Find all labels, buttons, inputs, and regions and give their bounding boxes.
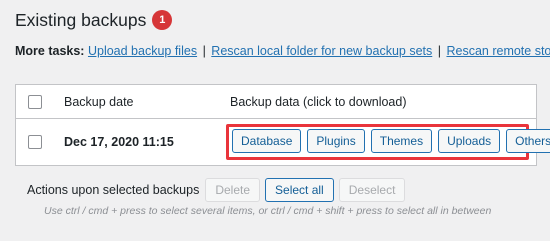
download-plugins-button[interactable]: Plugins xyxy=(307,129,365,153)
page-title: Existing backups xyxy=(15,10,147,30)
delete-button[interactable]: Delete xyxy=(205,178,261,202)
rescan-remote-storage-link[interactable]: Rescan remote storage xyxy=(446,44,550,58)
bulk-actions-bar: Actions upon selected backups Delete Sel… xyxy=(27,178,410,202)
rescan-local-folder-link[interactable]: Rescan local folder for new backup sets xyxy=(211,44,432,58)
download-database-button[interactable]: Database xyxy=(232,129,302,153)
selection-hint: Use ctrl / cmd + press to select several… xyxy=(44,205,492,217)
select-all-checkbox[interactable] xyxy=(28,95,42,109)
backups-table: Backup date Backup data (click to downlo… xyxy=(15,84,550,166)
download-uploads-button[interactable]: Uploads xyxy=(438,129,501,153)
select-all-button[interactable]: Select all xyxy=(265,178,334,202)
bulk-actions-label: Actions upon selected backups xyxy=(27,183,200,197)
download-themes-button[interactable]: Themes xyxy=(370,129,433,153)
separator: | xyxy=(437,44,441,58)
column-header-backup-data: Backup data (click to download) xyxy=(230,95,407,109)
row-checkbox[interactable] xyxy=(28,135,42,149)
deselect-button[interactable]: Deselect xyxy=(338,178,406,202)
column-header-backup-date: Backup date xyxy=(64,95,134,109)
table-header: Backup date Backup data (click to downlo… xyxy=(16,85,536,119)
upload-backup-files-link[interactable]: Upload backup files xyxy=(88,44,197,58)
download-buttons-group: Database Plugins Themes Uploads Others xyxy=(232,129,550,153)
download-others-button[interactable]: Others xyxy=(506,129,550,153)
more-tasks-bar: More tasks: Upload backup files | Rescan… xyxy=(15,44,550,58)
separator: | xyxy=(202,44,206,58)
count-badge: 1 xyxy=(152,10,173,30)
table-row[interactable]: Dec 17, 2020 11:15 Database Plugins Them… xyxy=(16,119,550,165)
section-heading: Existing backups 1 xyxy=(15,8,173,32)
more-tasks-label: More tasks: xyxy=(15,44,85,58)
backup-date: Dec 17, 2020 11:15 xyxy=(64,135,174,149)
